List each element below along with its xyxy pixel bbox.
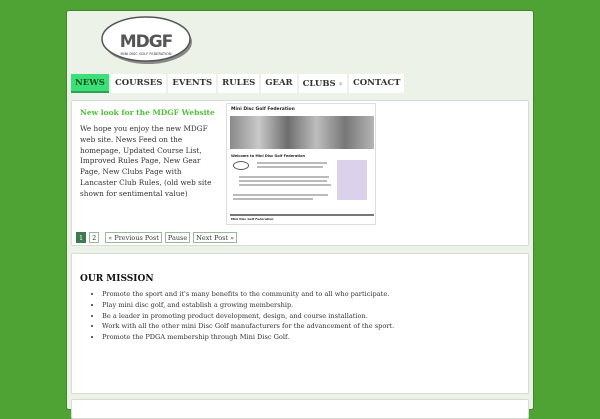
news-slider: New look for the MDGF Website We hope yo…	[71, 100, 529, 246]
nav-news[interactable]: NEWS	[71, 74, 109, 93]
svg-text:MINI DISC GOLF FEDERATION: MINI DISC GOLF FEDERATION	[121, 52, 172, 56]
list-item: Be a leader in promoting product develop…	[102, 311, 394, 322]
screenshot-logo	[233, 161, 249, 170]
mission-panel: OUR MISSION Promote the sport and it's m…	[71, 253, 529, 394]
nav-clubs[interactable]: CLUBS »	[298, 74, 347, 93]
nav-events[interactable]: EVENTS	[168, 74, 217, 93]
website-screenshot[interactable]: Mini Disc Golf Federation Welcome to Min…	[226, 103, 376, 225]
post-body: We hope you enjoy the new MDGF web site.…	[80, 124, 212, 198]
previous-post-button[interactable]: « Previous Post	[105, 232, 162, 243]
screenshot-title: Mini Disc Golf Federation	[231, 107, 295, 112]
page-1-button[interactable]: 1	[76, 232, 87, 243]
screenshot-banner	[230, 116, 374, 149]
lower-panel	[71, 399, 529, 419]
screenshot-footer: Mini Disc Golf Federation	[231, 217, 274, 221]
chevron-down-icon: »	[336, 81, 346, 86]
next-post-button[interactable]: Next Post »	[193, 232, 238, 243]
mission-list: Promote the sport and it's many benefits…	[102, 289, 394, 343]
slider-pager: 1 2 « Previous Post Pause Next Post »	[76, 232, 238, 243]
nav-rules[interactable]: RULES	[218, 74, 260, 93]
svg-text:MDGF: MDGF	[120, 32, 173, 52]
screenshot-heading: Welcome to Mini Disc Golf Federation	[231, 154, 305, 158]
page-container: MDGF MINI DISC GOLF FEDERATION NEWS COUR…	[66, 10, 534, 419]
list-item: Promote the sport and it's many benefits…	[102, 289, 394, 300]
page-2-button[interactable]: 2	[89, 232, 100, 243]
nav-gear[interactable]: GEAR	[261, 74, 297, 93]
pause-button[interactable]: Pause	[164, 232, 191, 243]
nav-clubs-label: CLUBS	[302, 79, 336, 89]
mission-title: OUR MISSION	[80, 274, 154, 284]
list-item: Promote the PDGA membership through Mini…	[102, 332, 394, 343]
main-nav: NEWS COURSES EVENTS RULES GEAR CLUBS » C…	[71, 74, 405, 93]
list-item: Play mini disc golf, and establish a gro…	[102, 300, 394, 311]
nav-contact[interactable]: CONTACT	[348, 74, 405, 93]
mdgf-logo[interactable]: MDGF MINI DISC GOLF FEDERATION	[101, 15, 193, 65]
post-title[interactable]: New look for the MDGF Website	[80, 108, 215, 117]
list-item: Work with all the other mini Disc Golf m…	[102, 321, 394, 332]
nav-courses[interactable]: COURSES	[110, 74, 167, 93]
